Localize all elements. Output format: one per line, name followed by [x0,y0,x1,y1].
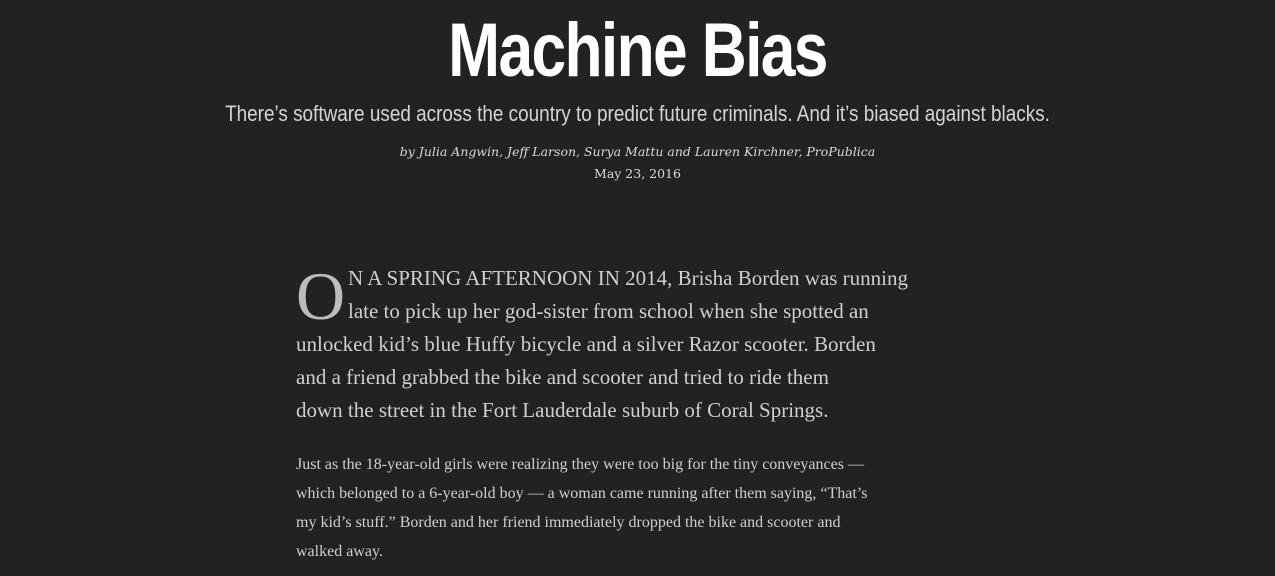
body-paragraph: Just as the 18-year-old girls were reali… [296,450,966,566]
article-date: May 23, 2016 [594,166,681,181]
lede-line-text: Brisha Borden was running [672,266,909,290]
article-body: O N A SPRING AFTERNOON IN 2014, Brisha B… [296,262,966,560]
drop-cap: O [296,258,346,334]
lede-line: down the street in the Fort Lauderdale s… [296,398,829,422]
lede-line: unlocked kid’s blue Huffy bicycle and a … [296,332,876,356]
paragraph-line: my kid’s stuff.” Borden and her friend i… [296,514,841,531]
lede-lead-in: N A SPRING AFTERNOON IN 2014, [348,266,673,290]
lede-line: late to pick up her god-sister from scho… [348,299,869,323]
article-byline: by Julia Angwin, Jeff Larson, Surya Matt… [399,144,876,159]
lede-paragraph: O N A SPRING AFTERNOON IN 2014, Brisha B… [296,262,966,427]
article-title: Machine Bias [448,8,828,93]
lede-line: N A SPRING AFTERNOON IN 2014, Brisha Bor… [296,262,966,295]
article-dek: There’s software used across the country… [225,101,1050,126]
paragraph-line: Just as the 18-year-old girls were reali… [296,456,864,473]
lede-line: and a friend grabbed the bike and scoote… [296,365,829,389]
paragraph-line: walked away. [296,543,383,560]
paragraph-line: which belonged to a 6-year-old boy — a w… [296,485,868,502]
